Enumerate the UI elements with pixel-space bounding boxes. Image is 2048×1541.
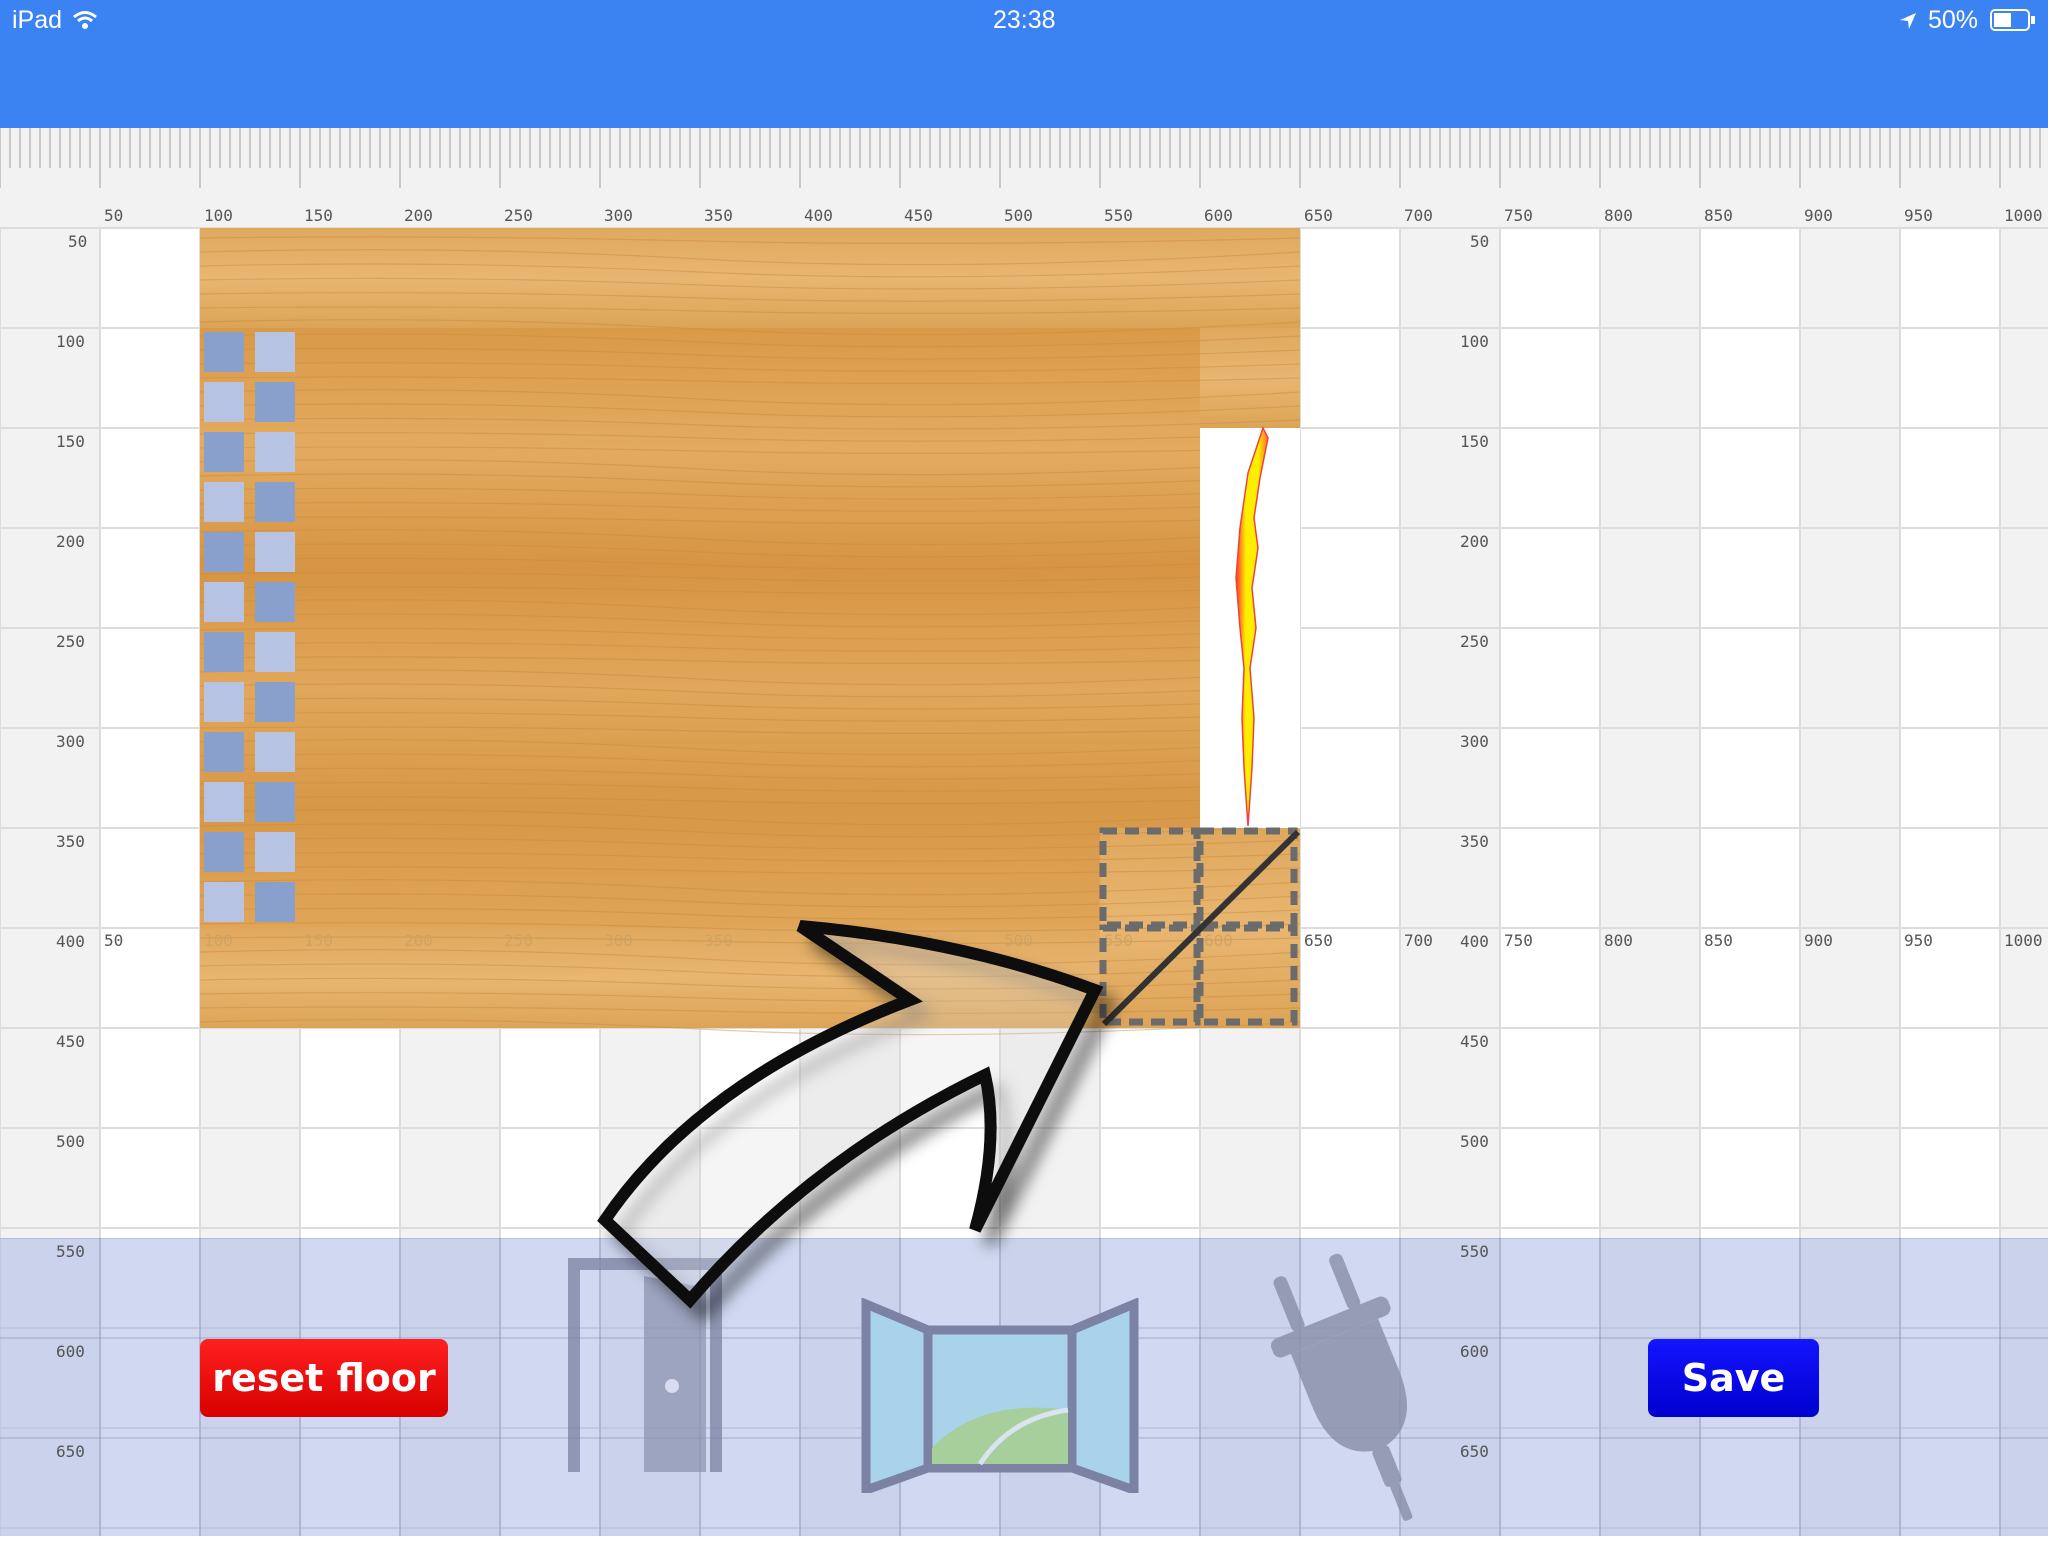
floor-tile[interactable] bbox=[255, 382, 295, 422]
x-axis-label: 800 bbox=[1604, 206, 1633, 225]
y-axis-label: 100 bbox=[56, 332, 85, 351]
y-axis-label: 650 bbox=[1460, 1442, 1489, 1461]
floor-tile[interactable] bbox=[255, 732, 295, 772]
floor-tile[interactable] bbox=[204, 382, 244, 422]
floor-tile[interactable] bbox=[204, 682, 244, 722]
floor-tile[interactable] bbox=[255, 482, 295, 522]
y-axis-label: 350 bbox=[56, 832, 85, 851]
x-axis-label: 750 bbox=[1504, 206, 1533, 225]
x-axis-label: 350 bbox=[704, 206, 733, 225]
x-axis-label: 250 bbox=[504, 206, 533, 225]
floor-tile[interactable] bbox=[255, 832, 295, 872]
x-axis-label: 200 bbox=[404, 931, 433, 950]
y-axis-label: 550 bbox=[1460, 1242, 1489, 1261]
curved-arrow-icon bbox=[597, 920, 1104, 1309]
y-axis-label: 300 bbox=[56, 732, 85, 751]
floor-tile[interactable] bbox=[204, 782, 244, 822]
y-axis-label: 600 bbox=[56, 1342, 85, 1361]
y-axis-label: 400 bbox=[56, 932, 85, 951]
location-arrow-icon bbox=[1898, 9, 1918, 38]
y-axis-label: 100 bbox=[1460, 332, 1489, 351]
x-axis-label: 500 bbox=[1004, 206, 1033, 225]
floor-tile[interactable] bbox=[255, 332, 295, 372]
x-axis-label: 1000 bbox=[2004, 206, 2043, 225]
y-axis-label: 150 bbox=[56, 432, 85, 451]
y-axis-label: 600 bbox=[1460, 1342, 1489, 1361]
wifi-icon bbox=[72, 8, 98, 37]
x-axis-label: 250 bbox=[504, 931, 533, 950]
x-axis-label: 400 bbox=[804, 206, 833, 225]
y-axis-label: 200 bbox=[56, 532, 85, 551]
y-axis-label: 500 bbox=[1460, 1132, 1489, 1151]
x-axis-label: 100 bbox=[204, 206, 233, 225]
status-bar: iPad 23:38 50% bbox=[0, 0, 2048, 128]
x-axis-label: 900 bbox=[1804, 206, 1833, 225]
floor-tile[interactable] bbox=[204, 482, 244, 522]
y-axis-label: 250 bbox=[1460, 632, 1489, 651]
y-axis-label: 350 bbox=[1460, 832, 1489, 851]
floor-tile[interactable] bbox=[255, 432, 295, 472]
y-axis-label: 400 bbox=[1460, 932, 1489, 951]
floor-tile[interactable] bbox=[255, 782, 295, 822]
x-axis-label: 50 bbox=[104, 206, 123, 225]
floor-tile[interactable] bbox=[255, 632, 295, 672]
battery-icon bbox=[1990, 9, 2036, 38]
x-axis-label: 950 bbox=[1904, 931, 1933, 950]
x-axis-label: 850 bbox=[1704, 931, 1733, 950]
floor-tile[interactable] bbox=[204, 882, 244, 922]
y-axis-label: 650 bbox=[56, 1442, 85, 1461]
floor-tile[interactable] bbox=[255, 682, 295, 722]
x-axis-label: 450 bbox=[904, 206, 933, 225]
floor-tile[interactable] bbox=[204, 432, 244, 472]
y-axis-label: 300 bbox=[1460, 732, 1489, 751]
floor-tile[interactable] bbox=[204, 832, 244, 872]
x-axis-label: 300 bbox=[604, 206, 633, 225]
floor-tile[interactable] bbox=[204, 332, 244, 372]
floor-tile[interactable] bbox=[204, 732, 244, 772]
floor-tile[interactable] bbox=[204, 632, 244, 672]
x-axis-label: 150 bbox=[304, 206, 333, 225]
y-axis-label: 200 bbox=[1460, 532, 1489, 551]
x-axis-label: 950 bbox=[1904, 206, 1933, 225]
device-name: iPad bbox=[12, 6, 63, 34]
y-axis-label: 550 bbox=[56, 1242, 85, 1261]
x-axis-label: 650 bbox=[1304, 206, 1333, 225]
x-axis-label: 750 bbox=[1504, 931, 1533, 950]
floor-tile[interactable] bbox=[255, 882, 295, 922]
x-axis-label: 600 bbox=[1204, 206, 1233, 225]
y-axis-label: 450 bbox=[56, 1032, 85, 1051]
reset-floor-button[interactable]: reset floor bbox=[200, 1339, 448, 1417]
x-axis-label: 600 bbox=[1204, 931, 1233, 950]
y-axis-label: 500 bbox=[56, 1132, 85, 1151]
battery-percent: 50% bbox=[1928, 6, 1979, 34]
x-axis-label: 50 bbox=[104, 931, 123, 950]
clock: 23:38 bbox=[993, 6, 1056, 34]
x-axis-label: 800 bbox=[1604, 931, 1633, 950]
x-axis-label: 650 bbox=[1304, 931, 1333, 950]
save-button[interactable]: Save bbox=[1648, 1339, 1819, 1417]
floor-tile[interactable] bbox=[204, 582, 244, 622]
power-plug-icon[interactable] bbox=[1262, 1246, 1462, 1541]
x-axis-label: 200 bbox=[404, 206, 433, 225]
x-axis-label: 900 bbox=[1804, 931, 1833, 950]
y-axis-label: 250 bbox=[56, 632, 85, 651]
floor-tile[interactable] bbox=[255, 532, 295, 572]
x-axis-label: 700 bbox=[1404, 206, 1433, 225]
x-axis-label: 100 bbox=[204, 931, 233, 950]
x-axis-label: 1000 bbox=[2004, 931, 2043, 950]
x-axis-label: 550 bbox=[1104, 206, 1133, 225]
x-axis-label: 150 bbox=[304, 931, 333, 950]
x-axis-label: 700 bbox=[1404, 931, 1433, 950]
y-axis-label: 50 bbox=[1470, 232, 1489, 251]
y-axis-label: 50 bbox=[68, 232, 87, 251]
y-axis-label: 150 bbox=[1460, 432, 1489, 451]
floor-tile[interactable] bbox=[255, 582, 295, 622]
floor-tile[interactable] bbox=[204, 532, 244, 572]
x-axis-label: 850 bbox=[1704, 206, 1733, 225]
y-axis-label: 450 bbox=[1460, 1032, 1489, 1051]
